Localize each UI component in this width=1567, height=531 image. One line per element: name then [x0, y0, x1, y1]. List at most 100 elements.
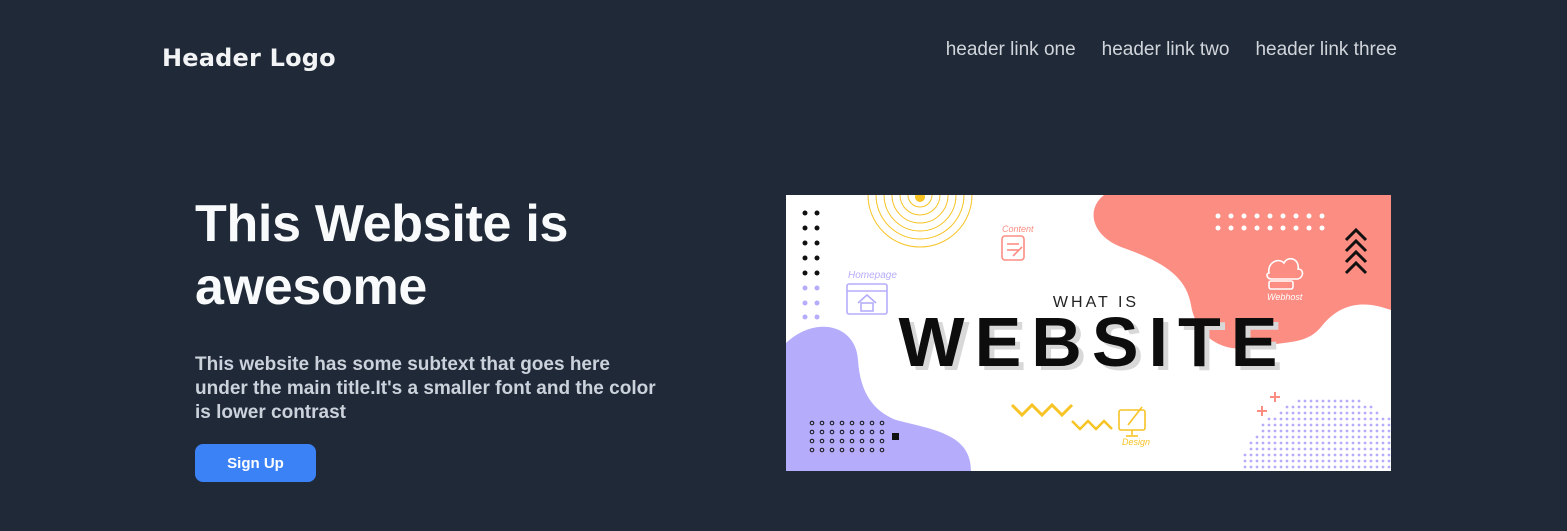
- halftone-dot: [1363, 465, 1367, 469]
- halftone-dot: [1267, 429, 1271, 433]
- halftone-dot: [1291, 405, 1295, 409]
- header-link-three[interactable]: header link three: [1255, 38, 1397, 62]
- halftone-dot: [1387, 423, 1391, 427]
- halftone-dot: [1315, 441, 1319, 445]
- halftone-dot: [1291, 441, 1295, 445]
- halftone-dot: [1357, 411, 1361, 415]
- header-logo[interactable]: Header Logo: [162, 44, 336, 72]
- webhost-label: Webhost: [1267, 292, 1303, 302]
- halftone-dot: [1333, 405, 1337, 409]
- halftone-dot: [1345, 411, 1349, 415]
- halftone-dot: [1291, 447, 1295, 451]
- halftone-dot: [1297, 435, 1301, 439]
- halftone-dot: [1375, 465, 1379, 469]
- halftone-dot: [1327, 411, 1331, 415]
- homepage-icon: [846, 283, 888, 315]
- halftone-dot: [1351, 405, 1355, 409]
- halftone-dot: [1369, 417, 1373, 421]
- halftone-dot: [1291, 459, 1295, 463]
- halftone-dot: [1333, 441, 1337, 445]
- halftone-dot: [1315, 411, 1319, 415]
- halftone-dot: [1321, 411, 1325, 415]
- homepage-label: Homepage: [848, 270, 897, 281]
- halftone-dot: [1333, 435, 1337, 439]
- halftone-dot: [1279, 435, 1283, 439]
- halftone-dot: [1279, 459, 1283, 463]
- halftone-dot: [1297, 441, 1301, 445]
- halftone-dot: [1327, 465, 1331, 469]
- halftone-dot: [1297, 423, 1301, 427]
- halftone-dot: [1339, 459, 1343, 463]
- halftone-dot: [1387, 429, 1391, 433]
- halftone-dot: [1303, 405, 1307, 409]
- halftone-dot: [1297, 447, 1301, 451]
- halftone-dot: [1351, 465, 1355, 469]
- halftone-dot: [1375, 447, 1379, 451]
- halftone-dot: [1387, 441, 1391, 445]
- halftone-dot: [1333, 447, 1337, 451]
- halftone-dot: [1339, 417, 1343, 421]
- halftone-dot: [1279, 447, 1283, 451]
- halftone-dot: [1369, 441, 1373, 445]
- halftone-dot: [1351, 459, 1355, 463]
- halftone-dot: [1339, 447, 1343, 451]
- halftone-dot: [1279, 411, 1283, 415]
- halftone-dot: [1387, 453, 1391, 457]
- halftone-dot: [1309, 441, 1313, 445]
- halftone-dot: [1333, 417, 1337, 421]
- halftone-dot: [1375, 435, 1379, 439]
- halftone-dot: [1321, 435, 1325, 439]
- halftone-dot: [1321, 459, 1325, 463]
- halftone-dot: [1303, 447, 1307, 451]
- halftone-dot: [1357, 459, 1361, 463]
- halftone-dot: [1273, 453, 1277, 457]
- halftone-dot: [1321, 423, 1325, 427]
- halftone-dot: [1321, 417, 1325, 421]
- halftone-dot: [1375, 423, 1379, 427]
- halftone-dot: [1363, 405, 1367, 409]
- halftone-dot: [1297, 429, 1301, 433]
- halftone-dot: [1351, 423, 1355, 427]
- sign-up-button[interactable]: Sign Up: [195, 444, 316, 482]
- halftone-dot: [1375, 459, 1379, 463]
- halftone-dot: [1303, 423, 1307, 427]
- halftone-dot: [1381, 429, 1385, 433]
- halftone-dot: [1309, 453, 1313, 457]
- halftone-dot: [1279, 441, 1283, 445]
- halftone-dot: [1351, 417, 1355, 421]
- halftone-dot: [1357, 465, 1361, 469]
- halftone-dot: [1369, 465, 1373, 469]
- halftone-dot: [1249, 459, 1253, 463]
- halftone-dot: [1273, 429, 1277, 433]
- halftone-dot: [1327, 423, 1331, 427]
- halftone-dot: [1285, 441, 1289, 445]
- halftone-dot: [1375, 441, 1379, 445]
- halftone-dot: [1273, 417, 1277, 421]
- halftone-dot: [1309, 447, 1313, 451]
- halftone-dot: [1291, 411, 1295, 415]
- halftone-dot: [1327, 429, 1331, 433]
- halftone-dot: [1345, 405, 1349, 409]
- halftone-dot: [1363, 453, 1367, 457]
- halftone-dot: [1333, 453, 1337, 457]
- halftone-dot: [1369, 405, 1373, 409]
- halftone-dot: [1381, 417, 1385, 421]
- header-link-one[interactable]: header link one: [946, 38, 1076, 62]
- halftone-dot: [1291, 417, 1295, 421]
- halftone-dot: [1267, 423, 1271, 427]
- halftone-dot: [1387, 417, 1391, 421]
- halftone-dot: [1267, 435, 1271, 439]
- halftone-dot: [1315, 435, 1319, 439]
- header-link-two[interactable]: header link two: [1102, 38, 1230, 62]
- halftone-dot: [1303, 453, 1307, 457]
- halftone-dot: [1291, 423, 1295, 427]
- halftone-dot: [1345, 435, 1349, 439]
- halftone-dot: [1315, 399, 1319, 403]
- halftone-dot: [1339, 399, 1343, 403]
- halftone-dot: [1261, 429, 1265, 433]
- halftone-dot: [1363, 417, 1367, 421]
- halftone-dot: [1369, 447, 1373, 451]
- hero-title: This Website is awesome: [195, 195, 569, 316]
- halftone-dot: [1375, 453, 1379, 457]
- halftone-dot: [1309, 435, 1313, 439]
